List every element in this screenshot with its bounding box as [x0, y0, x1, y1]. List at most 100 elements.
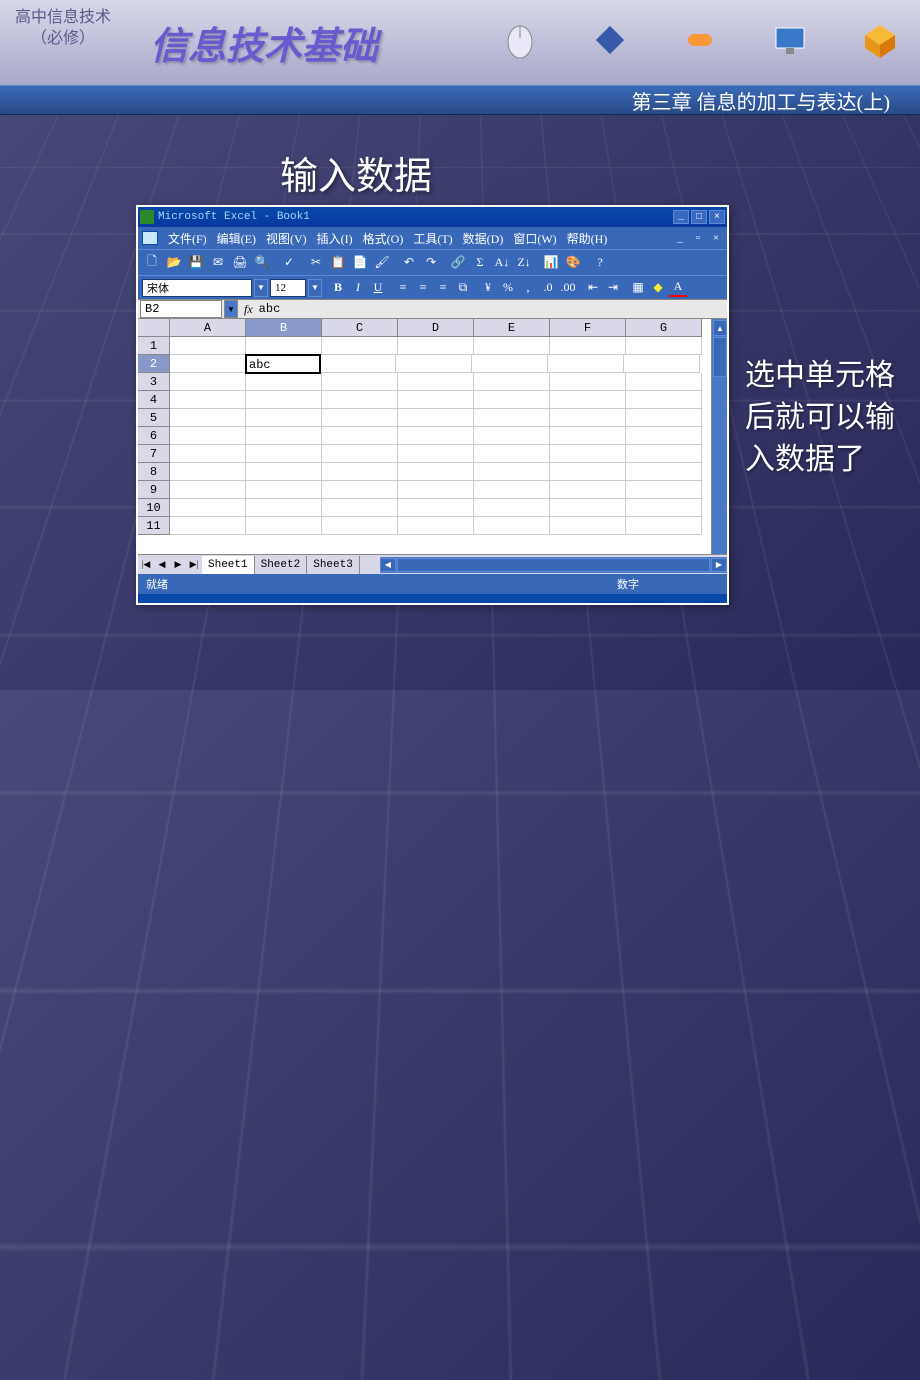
cell[interactable] [626, 427, 702, 445]
cell[interactable] [322, 499, 398, 517]
cell[interactable] [170, 373, 246, 391]
cell[interactable]: abc [245, 354, 321, 374]
print-icon[interactable]: 🖨 [230, 253, 250, 273]
menu-insert[interactable]: 插入(I) [317, 230, 353, 247]
col-header-G[interactable]: G [626, 319, 702, 337]
h-scroll-thumb[interactable] [397, 558, 710, 572]
cell[interactable] [322, 373, 398, 391]
col-header-A[interactable]: A [170, 319, 246, 337]
cell[interactable] [398, 463, 474, 481]
menu-tools[interactable]: 工具(T) [413, 230, 452, 247]
preview-icon[interactable]: 🔍 [252, 253, 272, 273]
tab-last-icon[interactable]: ▶| [186, 557, 202, 573]
cell[interactable] [474, 337, 550, 355]
cell[interactable] [322, 337, 398, 355]
tab-prev-icon[interactable]: ◀ [154, 557, 170, 573]
name-dropdown-icon[interactable]: ▼ [224, 300, 238, 318]
fx-icon[interactable]: fx [244, 302, 253, 317]
sum-icon[interactable]: Σ [470, 253, 490, 273]
menu-file[interactable]: 文件(F) [168, 230, 207, 247]
row-header[interactable]: 1 [138, 337, 170, 355]
indent-dec-icon[interactable]: ⇤ [584, 279, 602, 297]
child-restore[interactable]: ▫ [691, 232, 705, 244]
cell[interactable] [246, 409, 322, 427]
child-minimize[interactable]: _ [673, 232, 687, 244]
tab-first-icon[interactable]: |◀ [138, 557, 154, 573]
cell[interactable] [626, 463, 702, 481]
cell[interactable] [170, 481, 246, 499]
cell[interactable] [398, 391, 474, 409]
cell[interactable] [474, 517, 550, 535]
col-header-F[interactable]: F [550, 319, 626, 337]
row-header[interactable]: 5 [138, 409, 170, 427]
cell[interactable] [550, 373, 626, 391]
cell[interactable] [398, 427, 474, 445]
tab-next-icon[interactable]: ▶ [170, 557, 186, 573]
underline-button[interactable]: U [369, 279, 387, 297]
cell[interactable] [398, 499, 474, 517]
cell[interactable] [322, 391, 398, 409]
cell[interactable] [474, 427, 550, 445]
cell[interactable] [626, 517, 702, 535]
cell[interactable] [170, 391, 246, 409]
formula-content[interactable]: abc [259, 302, 281, 316]
copy-icon[interactable]: 📋 [328, 253, 348, 273]
sort-asc-icon[interactable]: A↓ [492, 253, 512, 273]
link-icon[interactable]: 🔗 [448, 253, 468, 273]
cut-icon[interactable]: ✂ [306, 253, 326, 273]
menu-view[interactable]: 视图(V) [266, 230, 307, 247]
cell[interactable] [550, 481, 626, 499]
font-dropdown-icon[interactable]: ▼ [254, 279, 268, 297]
cell[interactable] [550, 427, 626, 445]
cell[interactable] [398, 409, 474, 427]
cell[interactable] [246, 373, 322, 391]
cell[interactable] [320, 355, 396, 373]
row-header[interactable]: 7 [138, 445, 170, 463]
open-icon[interactable]: 📂 [164, 253, 184, 273]
row-header[interactable]: 3 [138, 373, 170, 391]
cell[interactable] [170, 463, 246, 481]
font-color-icon[interactable]: A [669, 279, 687, 297]
cell[interactable] [550, 409, 626, 427]
align-center-icon[interactable]: ≡ [414, 279, 432, 297]
name-box[interactable]: B2 [140, 300, 222, 318]
cell[interactable] [474, 499, 550, 517]
dec-decimal-icon[interactable]: .00 [559, 279, 577, 297]
drawing-icon[interactable]: 🎨 [563, 253, 583, 273]
cell[interactable] [322, 445, 398, 463]
currency-icon[interactable]: ¥ [479, 279, 497, 297]
cell[interactable] [626, 499, 702, 517]
cell[interactable] [246, 427, 322, 445]
cell[interactable] [170, 337, 246, 355]
merge-icon[interactable]: ⧉ [454, 279, 472, 297]
cell[interactable] [246, 391, 322, 409]
row-header[interactable]: 4 [138, 391, 170, 409]
vertical-scrollbar[interactable]: ▲ [711, 319, 727, 554]
cell[interactable] [474, 445, 550, 463]
cell[interactable] [170, 499, 246, 517]
fill-color-icon[interactable]: ◆ [649, 279, 667, 297]
cell[interactable] [474, 481, 550, 499]
cell[interactable] [246, 445, 322, 463]
cell[interactable] [548, 355, 624, 373]
cell[interactable] [472, 355, 548, 373]
cell[interactable] [550, 499, 626, 517]
undo-icon[interactable]: ↶ [399, 253, 419, 273]
redo-icon[interactable]: ↷ [421, 253, 441, 273]
cell[interactable] [322, 517, 398, 535]
cell[interactable] [398, 481, 474, 499]
cell[interactable] [626, 337, 702, 355]
percent-icon[interactable]: % [499, 279, 517, 297]
sort-desc-icon[interactable]: Z↓ [514, 253, 534, 273]
cell[interactable] [398, 373, 474, 391]
cell[interactable] [398, 337, 474, 355]
paste-icon[interactable]: 📄 [350, 253, 370, 273]
cell[interactable] [246, 463, 322, 481]
doc-icon[interactable] [142, 231, 158, 245]
cell[interactable] [474, 373, 550, 391]
cell[interactable] [626, 373, 702, 391]
cell[interactable] [474, 463, 550, 481]
cell[interactable] [322, 463, 398, 481]
cell[interactable] [246, 499, 322, 517]
child-close[interactable]: × [709, 232, 723, 244]
